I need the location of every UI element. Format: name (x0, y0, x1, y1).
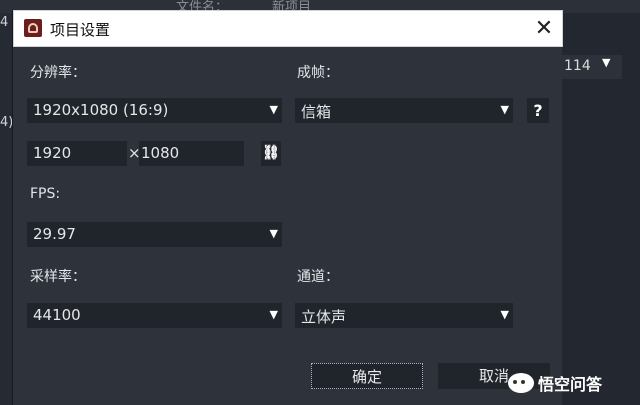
bg-right-select-value: 114 (564, 58, 591, 74)
framing-label: 成帧： (297, 65, 339, 81)
channels-select[interactable]: 立体声 ▼ (295, 303, 513, 328)
channels-label: 通道： (297, 269, 339, 285)
link-icon: ⛓ (262, 145, 280, 161)
sample-rate-label: 采样率： (30, 269, 86, 285)
chevron-down-icon: ▼ (500, 308, 509, 321)
resolution-select-value: 1920x1080 (16:9) (33, 101, 169, 119)
bg-right-select[interactable]: 114 (562, 55, 622, 79)
watermark-text: 悟空问答 (538, 375, 603, 394)
framing-select-value: 信箱 (301, 103, 332, 121)
ok-button[interactable]: 确定 (311, 363, 423, 389)
project-settings-dialog: 项目设置 ✕ 分辨率： 1920x1080 (16:9) ▼ 成帧： 信箱 ▼ … (12, 10, 563, 405)
sample-rate-select-value: 44100 (33, 306, 81, 324)
resolution-label: 分辨率： (30, 65, 86, 81)
bg-left-fragment: 4 (0, 15, 9, 30)
watermark: 悟空问答 (508, 370, 602, 396)
chevron-down-icon: ▼ (500, 103, 509, 116)
aspect-lock-button[interactable]: ⛓ (261, 141, 281, 166)
chevron-down-icon: ▼ (269, 308, 278, 321)
help-button[interactable]: ? (527, 98, 549, 123)
fps-label: FPS: (30, 186, 61, 202)
channels-select-value: 立体声 (301, 308, 347, 326)
help-icon: ? (533, 101, 543, 120)
dialog-titlebar: 项目设置 ✕ (13, 10, 563, 47)
chevron-down-icon: ▼ (269, 227, 278, 240)
chevron-down-icon: ▼ (269, 103, 278, 116)
height-input[interactable]: 1080 (139, 141, 244, 166)
fps-select-value: 29.97 (33, 225, 76, 243)
height-input-value: 1080 (141, 144, 180, 162)
width-input-value: 1920 (33, 144, 72, 162)
resolution-select[interactable]: 1920x1080 (16:9) ▼ (27, 98, 282, 123)
sample-rate-select[interactable]: 44100 ▼ (27, 303, 282, 328)
close-icon: ✕ (534, 16, 554, 41)
chevron-down-icon[interactable]: ▼ (602, 56, 610, 69)
app-logo-icon (24, 19, 42, 37)
close-button[interactable]: ✕ (529, 15, 559, 43)
chat-bubble-icon (508, 373, 534, 393)
fps-select[interactable]: 29.97 ▼ (27, 222, 282, 247)
dialog-title: 项目设置 (50, 21, 111, 39)
width-input[interactable]: 1920 (27, 141, 127, 166)
framing-select[interactable]: 信箱 ▼ (295, 98, 513, 123)
background-left-panel (0, 13, 12, 405)
